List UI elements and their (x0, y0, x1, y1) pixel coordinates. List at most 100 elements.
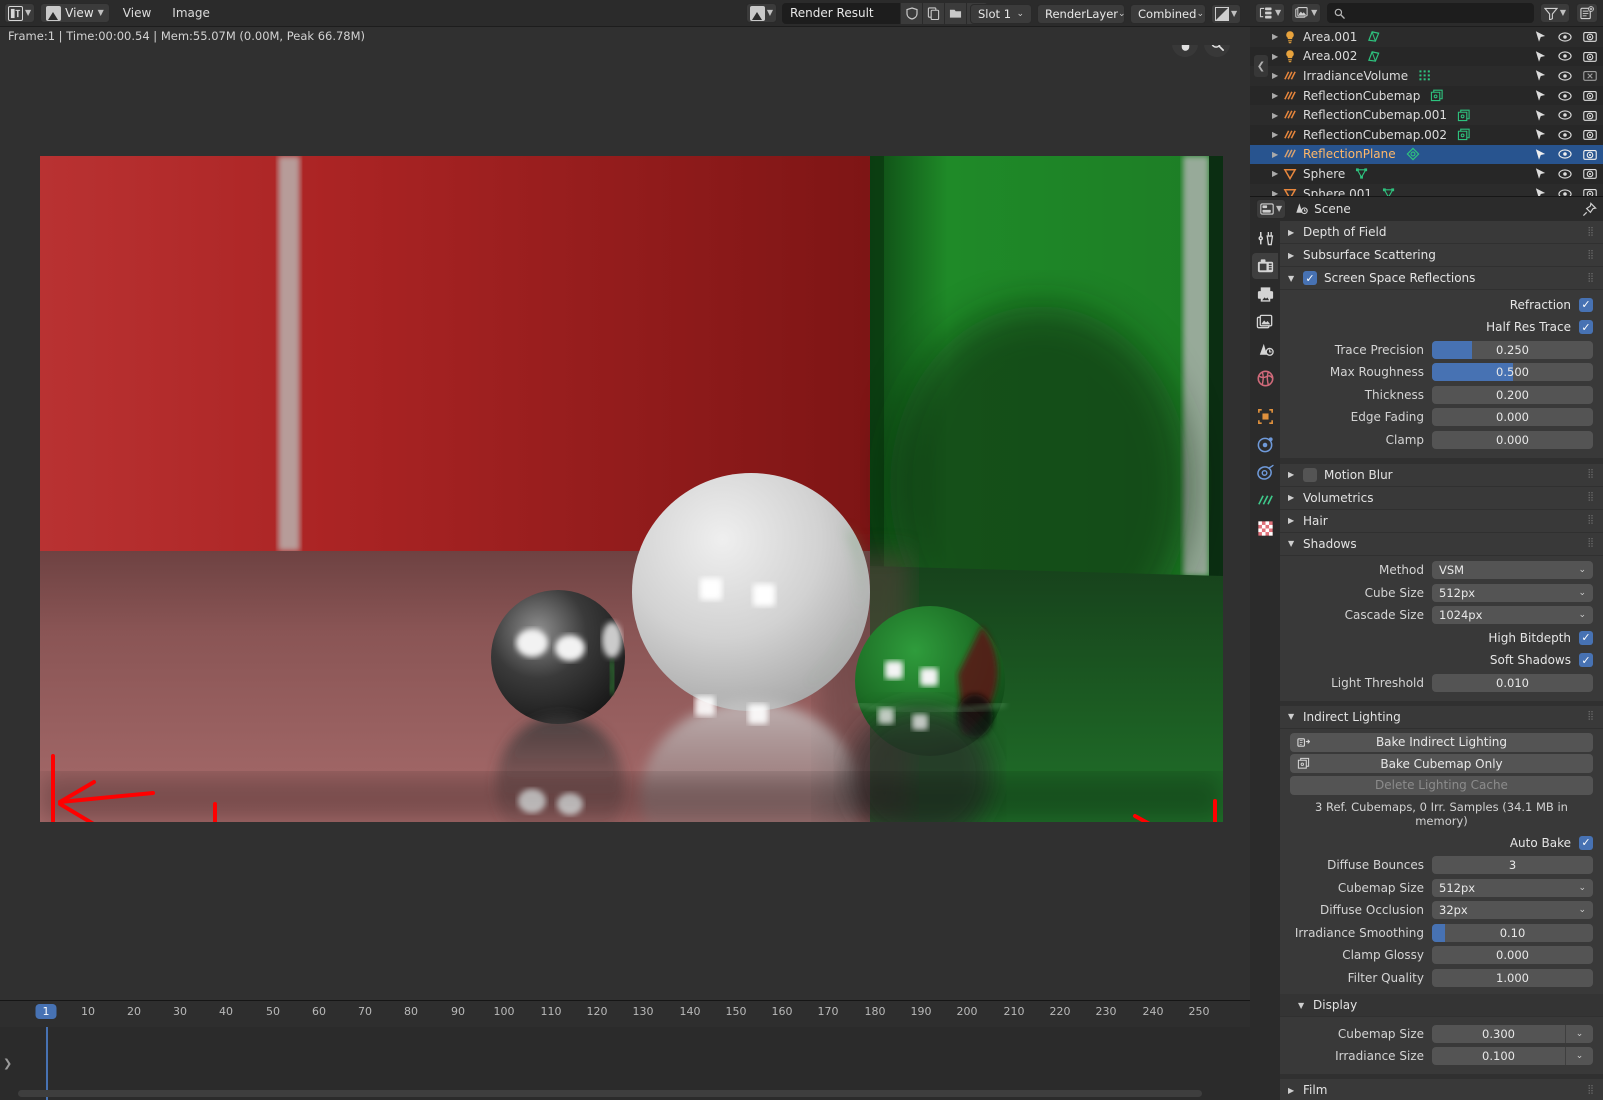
outliner-id-type-filter-icon[interactable]: ▼ (1291, 3, 1322, 23)
image-datablock-browse-button[interactable]: ▼ (745, 3, 777, 23)
restrict-viewport-eye-icon[interactable] (1558, 168, 1572, 180)
panel-film[interactable]: ▶ Film ⣿ (1280, 1079, 1603, 1100)
current-frame-indicator[interactable]: 1 (35, 1004, 57, 1019)
delete-lighting-cache-button[interactable]: Delete Lighting Cache (1290, 775, 1593, 795)
zoom-icon[interactable] (1204, 45, 1230, 57)
expand-triangle-icon[interactable]: ▶ (1272, 52, 1281, 61)
tab-tool[interactable] (1252, 225, 1278, 251)
render-pass-select[interactable]: Combined ⌄ (1130, 4, 1206, 24)
cubemap-icon[interactable] (1457, 109, 1471, 122)
filter-quality-field[interactable]: 1.000 (1432, 968, 1593, 987)
display-cubemap-size-field[interactable]: 0.300 (1432, 1024, 1565, 1043)
diffuse-occlusion-select[interactable]: 32px ⌄ (1432, 901, 1593, 919)
shadows-method-select[interactable]: VSM ⌄ (1432, 561, 1593, 579)
restrict-select-arrow-icon[interactable] (1534, 148, 1547, 161)
new-image-icon[interactable] (922, 2, 944, 24)
editor-type-selector[interactable]: ▼ (4, 3, 36, 23)
restrict-viewport-eye-icon[interactable] (1558, 129, 1572, 141)
shadows-high-bitdepth-checkbox[interactable] (1579, 630, 1593, 645)
restrict-render-camera-disabled-icon[interactable] (1583, 69, 1597, 82)
shadows-light-threshold-field[interactable]: 0.010 (1432, 673, 1593, 692)
restrict-viewport-eye-icon[interactable] (1558, 109, 1572, 121)
properties-editor-type-selector[interactable]: ▼ (1256, 199, 1287, 219)
restrict-render-camera-icon[interactable] (1583, 148, 1597, 161)
restrict-viewport-eye-icon[interactable] (1558, 90, 1572, 102)
outliner-rows[interactable]: ❮ ▶ Area.001 ▶ Area.002 ▶ IrradianceVolu… (1250, 27, 1603, 196)
ssr-max-roughness-slider[interactable]: 0.500 (1432, 363, 1593, 381)
restrict-select-arrow-icon[interactable] (1534, 50, 1547, 63)
restrict-render-camera-icon[interactable] (1583, 128, 1597, 141)
panel-volumetrics[interactable]: ▶ Volumetrics ⣿ (1280, 486, 1603, 510)
timeline-editor[interactable]: 1 10 20 30 40 50 60 70 80 90 100 110 120… (0, 1000, 1250, 1100)
il-cubemap-size-select[interactable]: 512px ⌄ (1432, 878, 1593, 897)
auto-bake-checkbox[interactable] (1579, 835, 1593, 850)
panel-screen-space-reflections[interactable]: ▼ Screen Space Reflections ⣿ (1280, 267, 1603, 290)
expand-triangle-icon[interactable]: ▶ (1272, 169, 1281, 178)
restrict-viewport-eye-icon[interactable] (1558, 50, 1572, 62)
ssr-halfres-checkbox[interactable] (1579, 320, 1593, 334)
breadcrumb[interactable]: Scene (1293, 202, 1351, 216)
panel-motion-blur[interactable]: ▶ Motion Blur ⣿ (1280, 463, 1603, 487)
panel-shadows[interactable]: ▼ Shadows ⣿ (1280, 532, 1603, 556)
tab-object-data[interactable] (1252, 487, 1278, 513)
outliner-sidebar-toggle[interactable]: ❮ (1254, 55, 1268, 77)
restrict-viewport-eye-icon[interactable] (1558, 70, 1572, 82)
display-irradiance-size-dropdown[interactable]: ⌄ (1565, 1047, 1593, 1065)
bake-indirect-lighting-button[interactable]: Bake Indirect Lighting (1290, 732, 1593, 752)
new-collection-icon[interactable] (1576, 3, 1598, 23)
display-channels-selector[interactable]: ▼ (1211, 4, 1242, 24)
restrict-select-arrow-icon[interactable] (1534, 187, 1547, 196)
hand-pan-icon[interactable] (1172, 45, 1198, 57)
render-slot-select[interactable]: Slot 1 ⌄ (970, 4, 1032, 24)
panel-depth-of-field[interactable]: ▶ Depth of Field ⣿ (1280, 221, 1603, 244)
ssr-edge-fading-field[interactable]: 0.000 (1432, 408, 1593, 426)
restrict-render-camera-icon[interactable] (1583, 50, 1597, 63)
outliner-row-reflectioncubemap001[interactable]: ▶ ReflectionCubemap.001 (1250, 105, 1603, 125)
restrict-render-camera-icon[interactable] (1583, 187, 1597, 196)
restrict-select-arrow-icon[interactable] (1534, 128, 1547, 141)
shadows-cascade-size-select[interactable]: 1024px ⌄ (1432, 606, 1593, 624)
ssr-trace-precision-slider[interactable]: 0.250 (1432, 340, 1593, 359)
shadows-soft-shadows-checkbox[interactable] (1579, 653, 1593, 667)
tab-view-layer[interactable] (1252, 309, 1278, 335)
outliner-row-reflectioncubemap002[interactable]: ▶ ReflectionCubemap.002 (1250, 124, 1603, 145)
expand-triangle-icon[interactable]: ▶ (1272, 130, 1281, 139)
outliner-row-area002[interactable]: ▶ Area.002 (1250, 46, 1603, 67)
ssr-clamp-field[interactable]: 0.000 (1432, 430, 1593, 449)
restrict-render-camera-icon[interactable] (1583, 167, 1597, 180)
ssr-refraction-checkbox[interactable] (1579, 297, 1593, 312)
motion-blur-enable-checkbox[interactable] (1303, 467, 1317, 482)
display-irradiance-size-field[interactable]: 0.100 (1432, 1047, 1565, 1065)
shadows-cube-size-select[interactable]: 512px ⌄ (1432, 583, 1593, 602)
tab-object[interactable] (1252, 403, 1278, 429)
reflection-plane-icon[interactable] (1406, 147, 1420, 161)
open-image-folder-icon[interactable] (944, 2, 966, 24)
outliner-display-mode-icon[interactable]: ▼ (1255, 3, 1286, 23)
bake-cubemap-only-button[interactable]: Bake Cubemap Only (1290, 754, 1593, 773)
restrict-render-camera-icon[interactable] (1583, 30, 1597, 43)
ssr-thickness-field[interactable]: 0.200 (1432, 385, 1593, 404)
cubemap-icon[interactable] (1430, 89, 1444, 102)
mesh-data-icon[interactable] (1382, 187, 1396, 196)
menu-image[interactable]: Image (164, 3, 218, 23)
expand-triangle-icon[interactable]: ▶ (1272, 91, 1281, 100)
expand-triangle-icon[interactable]: ▶ (1272, 71, 1281, 80)
image-editor-canvas[interactable] (0, 45, 1250, 1000)
expand-triangle-icon[interactable]: ▶ (1272, 32, 1281, 41)
restrict-viewport-eye-icon[interactable] (1558, 188, 1572, 196)
expand-triangle-icon[interactable]: ▶ (1272, 189, 1281, 196)
outliner-row-irradiancevolume[interactable]: ▶ IrradianceVolume (1250, 66, 1603, 86)
restrict-viewport-eye-icon[interactable] (1558, 148, 1572, 160)
panel-subsurface-scattering[interactable]: ▶ Subsurface Scattering ⣿ (1280, 244, 1603, 267)
cubemap-icon[interactable] (1457, 128, 1471, 141)
tab-world[interactable] (1252, 365, 1278, 391)
clamp-glossy-field[interactable]: 0.000 (1432, 946, 1593, 964)
image-name-field[interactable]: Render Result (782, 2, 900, 24)
restrict-select-arrow-icon[interactable] (1534, 30, 1547, 43)
diffuse-bounces-field[interactable]: 3 (1432, 856, 1593, 874)
outliner-row-area001[interactable]: ▶ Area.001 (1250, 27, 1603, 47)
search-input[interactable] (1350, 6, 1527, 20)
light-data-icon[interactable] (1367, 50, 1381, 63)
tab-output[interactable] (1252, 281, 1278, 307)
timeline-sidebar-toggle-icon[interactable]: ❯ (3, 1057, 12, 1070)
